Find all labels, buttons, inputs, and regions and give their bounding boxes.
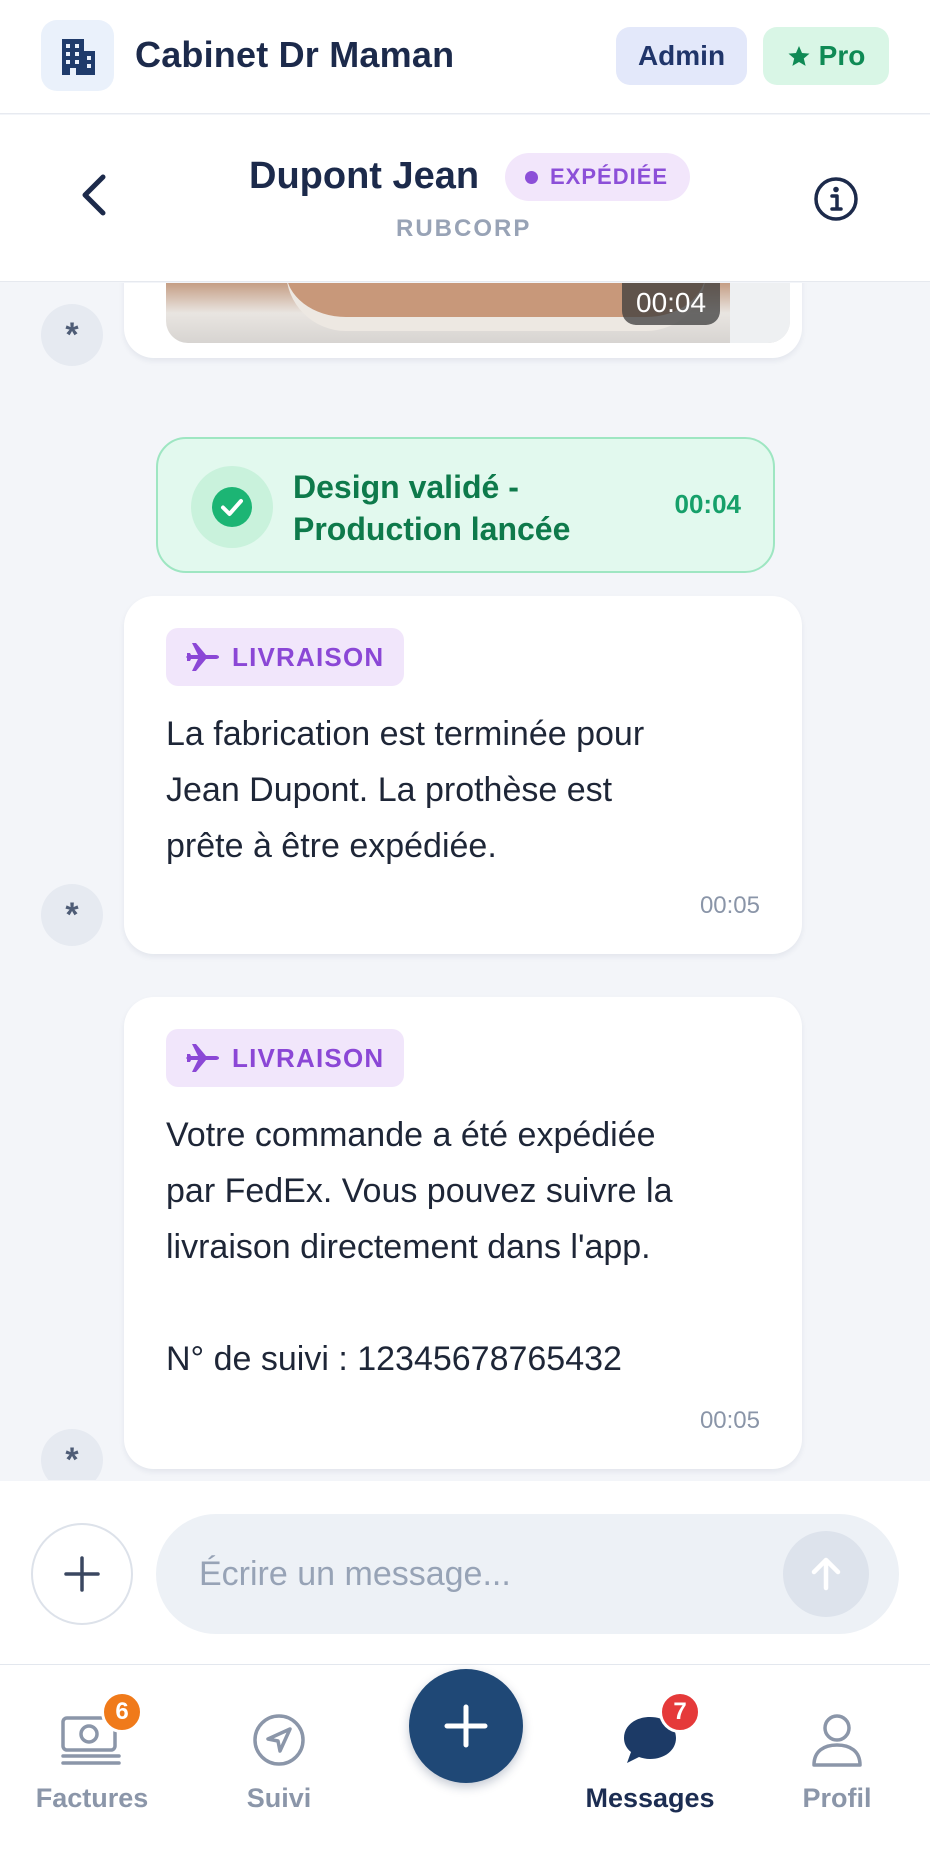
pro-badge-label: Pro — [818, 40, 866, 71]
conversation-title: Dupont Jean — [249, 155, 480, 197]
airplane-icon — [186, 643, 219, 671]
event-timestamp: 00:04 — [674, 489, 742, 519]
money-icon: 6 — [57, 1691, 143, 1775]
conversation-header: Dupont Jean EXPÉDIÉE RUBCORP — [0, 115, 930, 282]
message-tag-label: LIVRAISON — [232, 1042, 385, 1073]
info-icon — [814, 177, 858, 221]
navigation-icon — [244, 1705, 314, 1775]
event-card: Design validé - Production lancée 00:04 — [156, 437, 775, 573]
message-tag: LIVRAISON — [166, 1029, 405, 1087]
nav-item-factures[interactable]: 6 Factures — [17, 1691, 167, 1835]
building-icon[interactable] — [41, 20, 114, 91]
chevron-left-icon — [82, 174, 106, 216]
nav-label-messages: Messages — [585, 1783, 715, 1813]
message-list[interactable]: * 00:04 Design validé - Production lancé… — [0, 283, 930, 1480]
message-text: La fabrication est terminée pour Jean Du… — [166, 715, 645, 865]
back-button[interactable] — [66, 167, 122, 223]
info-button[interactable] — [808, 171, 864, 227]
media-preview-background — [730, 283, 790, 343]
star-icon — [788, 46, 810, 66]
plus-icon — [64, 1556, 100, 1592]
message-bubble[interactable]: LIVRAISON La fabrication est terminée po… — [124, 596, 802, 954]
message-bubble[interactable]: LIVRAISON Votre commande a été expédiée … — [124, 997, 802, 1469]
check-circle-icon — [191, 466, 273, 548]
app-title: Cabinet Dr Maman — [135, 34, 455, 75]
new-action-button[interactable] — [409, 1669, 523, 1783]
message-timestamp: 00:05 — [699, 892, 760, 919]
chat-bubble-icon: 7 — [615, 1691, 701, 1775]
pro-badge: Pro — [763, 27, 889, 85]
nav-label-profil: Profil — [802, 1783, 872, 1813]
airplane-icon — [186, 1044, 219, 1072]
sender-avatar: * — [41, 1429, 103, 1480]
factures-badge: 6 — [101, 1691, 143, 1733]
conversation-subtitle: RUBCORP — [396, 215, 532, 242]
message-composer — [0, 1481, 930, 1664]
message-timestamp: 00:05 — [699, 1407, 760, 1434]
sender-avatar: * — [41, 884, 103, 946]
status-badge: EXPÉDIÉE — [505, 153, 691, 201]
message-input-container — [156, 1514, 899, 1634]
user-icon — [802, 1705, 872, 1775]
message-text: Votre commande a été expédiée par FedEx.… — [166, 1116, 673, 1378]
arrow-up-icon — [811, 1557, 841, 1591]
admin-badge: Admin — [616, 27, 747, 85]
message-tag-label: LIVRAISON — [232, 641, 385, 672]
nav-item-messages[interactable]: 7 Messages — [575, 1691, 725, 1835]
status-dot-icon — [525, 170, 538, 184]
status-label: EXPÉDIÉE — [550, 164, 669, 189]
app-header: Cabinet Dr Maman Admin Pro — [0, 0, 930, 114]
messages-badge: 7 — [659, 1691, 701, 1733]
nav-label-suivi: Suivi — [246, 1783, 312, 1813]
message-input[interactable] — [199, 1544, 759, 1604]
plus-icon — [444, 1704, 488, 1748]
sender-avatar: * — [41, 304, 103, 366]
nav-item-suivi[interactable]: Suivi — [204, 1705, 354, 1835]
nav-item-profil[interactable]: Profil — [762, 1705, 912, 1835]
nav-label-factures: Factures — [35, 1783, 149, 1813]
event-text: Design validé - Production lancée — [293, 469, 571, 547]
message-tag: LIVRAISON — [166, 628, 405, 686]
media-timestamp: 00:04 — [622, 283, 721, 325]
send-button[interactable] — [783, 1531, 869, 1617]
attach-button[interactable] — [31, 1523, 133, 1625]
